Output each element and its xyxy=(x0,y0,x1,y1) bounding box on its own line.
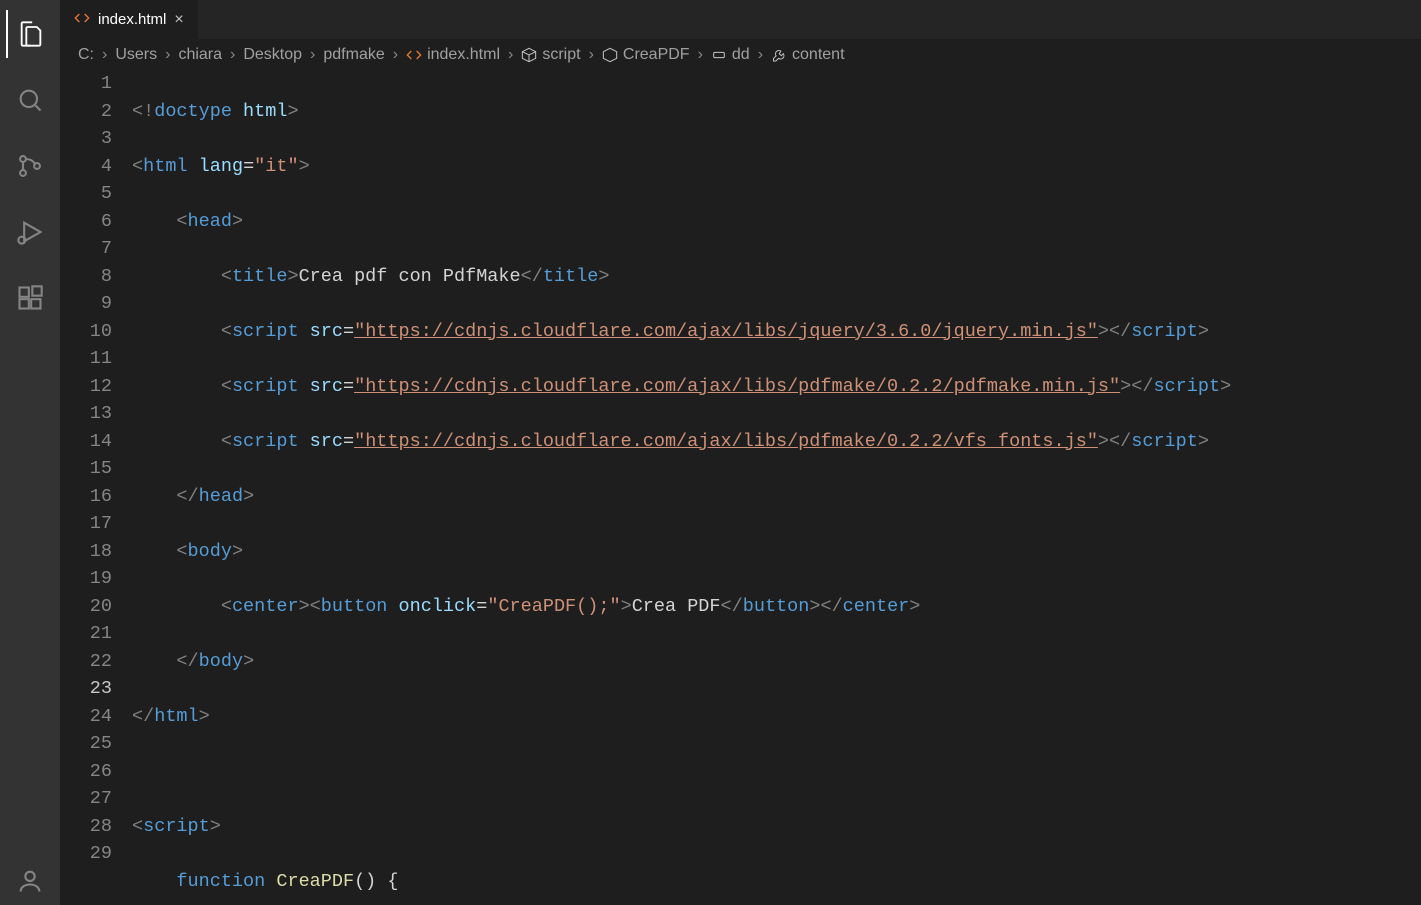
crumb-chiara[interactable]: chiara xyxy=(178,46,222,64)
code-line: <script src="https://cdnjs.cloudflare.co… xyxy=(132,373,1421,401)
activity-bar xyxy=(0,0,60,905)
crumb-pdfmake[interactable]: pdfmake xyxy=(323,46,384,64)
symbol-variable-icon xyxy=(711,47,727,63)
breadcrumb[interactable]: C:› Users› chiara› Desktop› pdfmake› ind… xyxy=(60,40,1421,70)
html-file-icon xyxy=(74,10,90,30)
crumb-c[interactable]: C: xyxy=(78,46,94,64)
code-line xyxy=(132,758,1421,786)
crumb-desktop[interactable]: Desktop xyxy=(243,46,302,64)
code-line: <title>Crea pdf con PdfMake</title> xyxy=(132,263,1421,291)
line-number-gutter: 1 2 3 4 5 6 7 8 9 10 11 12 13 14 15 16 1… xyxy=(60,70,132,905)
extensions-icon[interactable] xyxy=(6,274,54,322)
code-line: <body> xyxy=(132,538,1421,566)
symbol-module-icon xyxy=(521,47,537,63)
tab-bar: index.html × xyxy=(60,0,1421,40)
tab-filename: index.html xyxy=(98,11,166,28)
editor-area: index.html × C:› Users› chiara› Desktop›… xyxy=(60,0,1421,905)
crumb-script[interactable]: script xyxy=(521,46,580,64)
code-line: <head> xyxy=(132,208,1421,236)
source-control-icon[interactable] xyxy=(6,142,54,190)
code-line: </body> xyxy=(132,648,1421,676)
run-debug-icon[interactable] xyxy=(6,208,54,256)
code-line: <script src="https://cdnjs.cloudflare.co… xyxy=(132,428,1421,456)
tab-indexhtml[interactable]: index.html × xyxy=(60,0,198,39)
symbol-property-icon xyxy=(771,47,787,63)
code-line: </head> xyxy=(132,483,1421,511)
code-line: <script src="https://cdnjs.cloudflare.co… xyxy=(132,318,1421,346)
crumb-creapdf[interactable]: CreaPDF xyxy=(602,46,690,64)
crumb-users[interactable]: Users xyxy=(115,46,157,64)
crumb-dd[interactable]: dd xyxy=(711,46,750,64)
account-icon[interactable] xyxy=(6,857,54,905)
code-editor[interactable]: 1 2 3 4 5 6 7 8 9 10 11 12 13 14 15 16 1… xyxy=(60,70,1421,905)
search-icon[interactable] xyxy=(6,76,54,124)
explorer-icon[interactable] xyxy=(6,10,54,58)
code-line: <script> xyxy=(132,813,1421,841)
code-content[interactable]: <!doctype html> <html lang="it"> <head> … xyxy=(132,70,1421,905)
html-file-icon xyxy=(406,47,422,63)
symbol-method-icon xyxy=(602,47,618,63)
code-line: <center><button onclick="CreaPDF();">Cre… xyxy=(132,593,1421,621)
close-icon[interactable]: × xyxy=(174,11,183,29)
code-line: <!doctype html> xyxy=(132,98,1421,126)
code-line: </html> xyxy=(132,703,1421,731)
code-line: <html lang="it"> xyxy=(132,153,1421,181)
crumb-content[interactable]: content xyxy=(771,46,844,64)
code-line: function CreaPDF() { xyxy=(132,868,1421,896)
crumb-indexhtml[interactable]: index.html xyxy=(406,46,500,64)
